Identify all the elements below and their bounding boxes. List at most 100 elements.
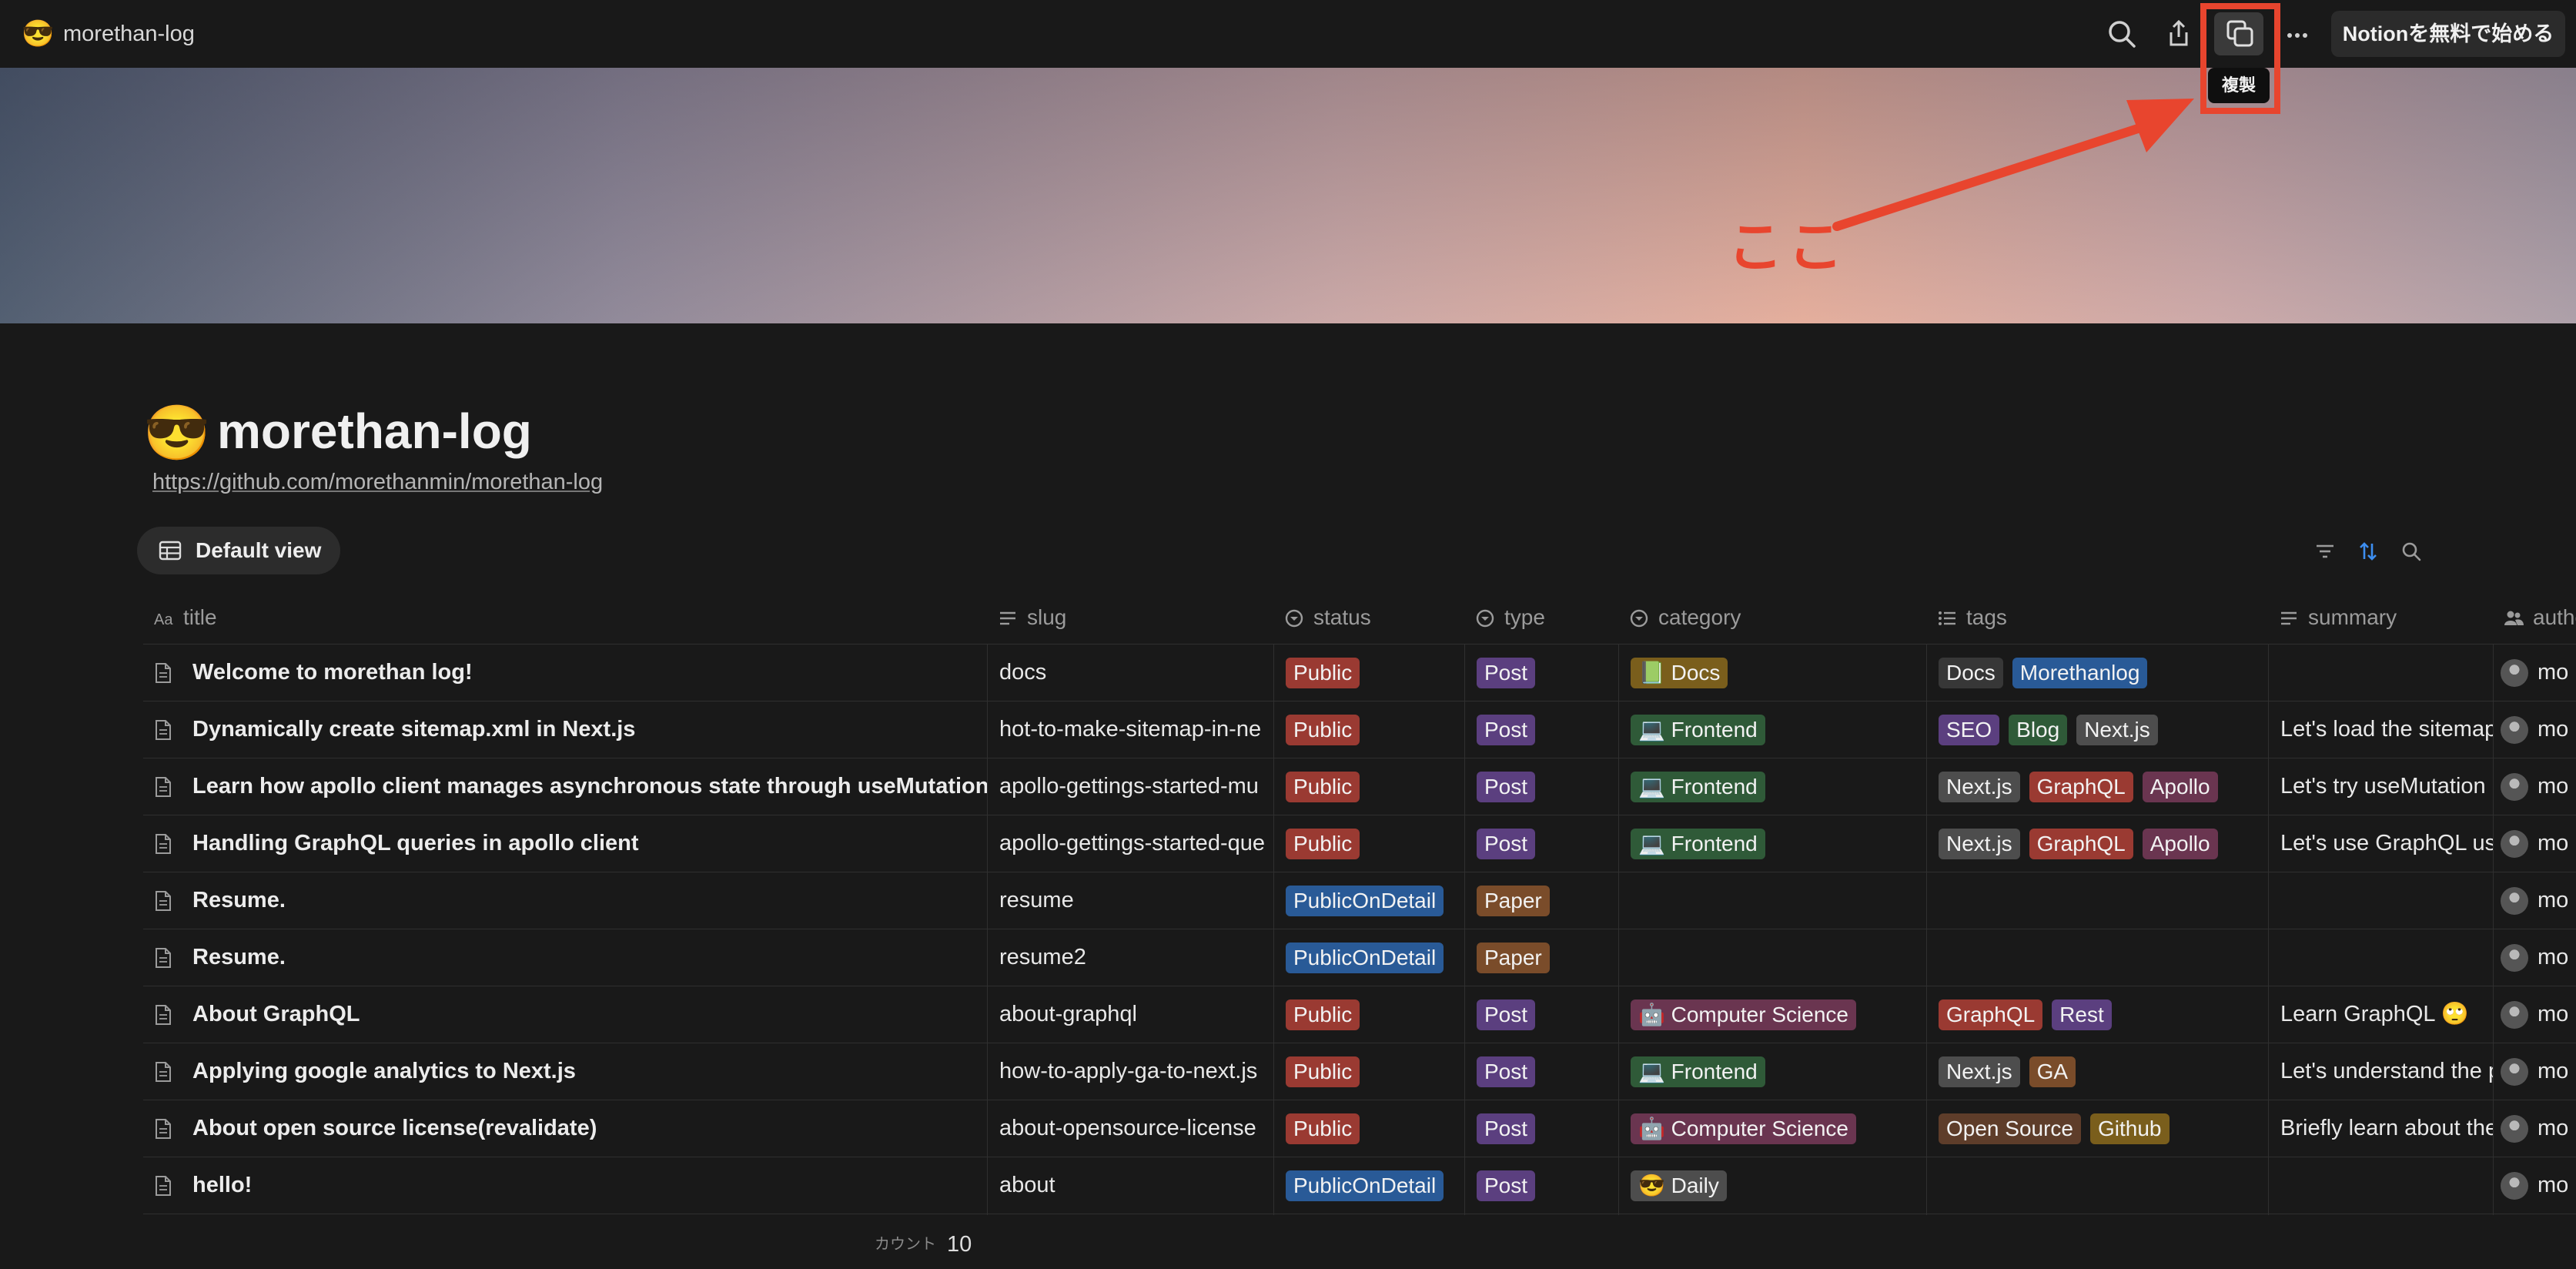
summary-cell[interactable]: Let's understand the p — [2280, 1043, 2493, 1100]
category-cell[interactable] — [1631, 929, 1926, 986]
type-cell[interactable]: Paper — [1477, 872, 1618, 929]
slug-cell[interactable]: docs — [999, 644, 1273, 701]
slug-cell[interactable]: how-to-apply-ga-to-next.js — [999, 1043, 1273, 1100]
tags-cell[interactable]: SEO Blog Next.js — [1939, 701, 2268, 758]
column-header-author[interactable]: author — [2493, 591, 2576, 644]
type-cell[interactable]: Post — [1477, 758, 1618, 815]
category-cell[interactable]: 😎 Daily — [1631, 1157, 1926, 1214]
column-header-title[interactable]: Aa title — [143, 591, 987, 644]
title-cell[interactable]: Handling GraphQL queries in apollo clien… — [143, 815, 987, 872]
share-icon[interactable] — [2160, 15, 2197, 52]
title-cell[interactable]: Dynamically create sitemap.xml in Next.j… — [143, 701, 987, 758]
sort-icon[interactable] — [2356, 539, 2380, 564]
status-cell[interactable]: PublicOnDetail — [1286, 929, 1464, 986]
type-cell[interactable]: Post — [1477, 1100, 1618, 1157]
column-header-type[interactable]: type — [1464, 591, 1618, 644]
summary-cell[interactable]: Let's try useMutation — [2280, 758, 2493, 815]
table-row[interactable]: Resume. resume PublicOnDetail Paper mo — [143, 872, 2576, 929]
more-icon[interactable] — [2279, 15, 2316, 52]
summary-cell[interactable]: Let's load the sitemap — [2280, 701, 2493, 758]
author-cell[interactable]: mo — [2493, 815, 2576, 872]
author-cell[interactable]: mo — [2493, 929, 2576, 986]
summary-cell[interactable] — [2280, 644, 2493, 701]
tags-cell[interactable] — [1939, 1157, 2268, 1214]
tags-cell[interactable]: Open Source Github — [1939, 1100, 2268, 1157]
status-cell[interactable]: Public — [1286, 644, 1464, 701]
slug-cell[interactable]: resume — [999, 872, 1273, 929]
type-cell[interactable]: Post — [1477, 1043, 1618, 1100]
column-header-status[interactable]: status — [1273, 591, 1464, 644]
slug-cell[interactable]: hot-to-make-sitemap-in-ne — [999, 701, 1273, 758]
status-cell[interactable]: Public — [1286, 701, 1464, 758]
table-row[interactable]: About GraphQL about-graphql Public Post 🤖 Co… — [143, 986, 2576, 1043]
tags-cell[interactable]: GraphQL Rest — [1939, 986, 2268, 1043]
title-cell[interactable]: Welcome to morethan log! — [143, 644, 987, 701]
search-icon[interactable] — [2103, 15, 2140, 52]
status-cell[interactable]: Public — [1286, 986, 1464, 1043]
table-row[interactable]: Resume. resume2 PublicOnDetail Paper mo — [143, 929, 2576, 986]
title-cell[interactable]: About GraphQL — [143, 986, 987, 1043]
category-cell[interactable]: 🤖 Computer Science — [1631, 986, 1926, 1043]
category-cell[interactable] — [1631, 872, 1926, 929]
slug-cell[interactable]: about — [999, 1157, 1273, 1214]
type-cell[interactable]: Paper — [1477, 929, 1618, 986]
title-cell[interactable]: hello! — [143, 1157, 987, 1214]
tags-cell[interactable]: Next.js GraphQL Apollo — [1939, 758, 2268, 815]
table-row[interactable]: Applying google analytics to Next.js how-… — [143, 1043, 2576, 1100]
status-cell[interactable]: PublicOnDetail — [1286, 1157, 1464, 1214]
table-row[interactable]: Learn how apollo client manages asynchro… — [143, 758, 2576, 815]
tags-cell[interactable]: Next.js GA — [1939, 1043, 2268, 1100]
summary-cell[interactable] — [2280, 1157, 2493, 1214]
summary-cell[interactable] — [2280, 872, 2493, 929]
category-cell[interactable]: 💻 Frontend — [1631, 1043, 1926, 1100]
author-cell[interactable]: mo — [2493, 758, 2576, 815]
column-header-category[interactable]: category — [1618, 591, 1926, 644]
tags-cell[interactable] — [1939, 929, 2268, 986]
category-cell[interactable]: 📗 Docs — [1631, 644, 1926, 701]
filter-icon[interactable] — [2313, 539, 2337, 564]
status-cell[interactable]: Public — [1286, 815, 1464, 872]
column-header-slug[interactable]: slug — [987, 591, 1273, 644]
table-row[interactable]: Handling GraphQL queries in apollo clien… — [143, 815, 2576, 872]
page-description-link[interactable]: https://github.com/morethanmin/morethan-… — [152, 467, 603, 497]
type-cell[interactable]: Post — [1477, 644, 1618, 701]
table-row[interactable]: Dynamically create sitemap.xml in Next.j… — [143, 701, 2576, 758]
slug-cell[interactable]: about-opensource-license — [999, 1100, 1273, 1157]
author-cell[interactable]: mo — [2493, 1043, 2576, 1100]
author-cell[interactable]: mo — [2493, 701, 2576, 758]
category-cell[interactable]: 🤖 Computer Science — [1631, 1100, 1926, 1157]
get-notion-free-button[interactable]: Notionを無料で始める — [2331, 11, 2565, 57]
summary-cell[interactable]: Briefly learn about the — [2280, 1100, 2493, 1157]
status-cell[interactable]: Public — [1286, 1100, 1464, 1157]
category-cell[interactable]: 💻 Frontend — [1631, 758, 1926, 815]
author-cell[interactable]: mo — [2493, 1157, 2576, 1214]
summary-cell[interactable] — [2280, 929, 2493, 986]
author-cell[interactable]: mo — [2493, 986, 2576, 1043]
status-cell[interactable]: Public — [1286, 1043, 1464, 1100]
title-cell[interactable]: Resume. — [143, 929, 987, 986]
author-cell[interactable]: mo — [2493, 872, 2576, 929]
type-cell[interactable]: Post — [1477, 986, 1618, 1043]
title-cell[interactable]: About open source license(revalidate) — [143, 1100, 987, 1157]
type-cell[interactable]: Post — [1477, 1157, 1618, 1214]
category-cell[interactable]: 💻 Frontend — [1631, 815, 1926, 872]
tags-cell[interactable]: Next.js GraphQL Apollo — [1939, 815, 2268, 872]
tags-cell[interactable]: Docs Morethanlog — [1939, 644, 2268, 701]
summary-cell[interactable]: Learn GraphQL 🙄 — [2280, 986, 2493, 1043]
status-cell[interactable]: PublicOnDetail — [1286, 872, 1464, 929]
tags-cell[interactable] — [1939, 872, 2268, 929]
slug-cell[interactable]: apollo-gettings-started-que — [999, 815, 1273, 872]
category-cell[interactable]: 💻 Frontend — [1631, 701, 1926, 758]
breadcrumb-title[interactable]: morethan-log — [63, 18, 195, 49]
column-header-summary[interactable]: summary — [2268, 591, 2493, 644]
title-cell[interactable]: Learn how apollo client manages asynchro… — [143, 758, 987, 815]
author-cell[interactable]: mo — [2493, 1100, 2576, 1157]
table-row[interactable]: hello! about PublicOnDetail Post 😎 Daily mo — [143, 1157, 2576, 1214]
table-row[interactable]: About open source license(revalidate) abo… — [143, 1100, 2576, 1157]
type-cell[interactable]: Post — [1477, 815, 1618, 872]
table-row[interactable]: Welcome to morethan log! docs Public Post 📗 … — [143, 644, 2576, 701]
table-search-icon[interactable] — [2399, 539, 2424, 564]
slug-cell[interactable]: apollo-gettings-started-mu — [999, 758, 1273, 815]
column-header-tags[interactable]: tags — [1926, 591, 2268, 644]
author-cell[interactable]: mo — [2493, 644, 2576, 701]
